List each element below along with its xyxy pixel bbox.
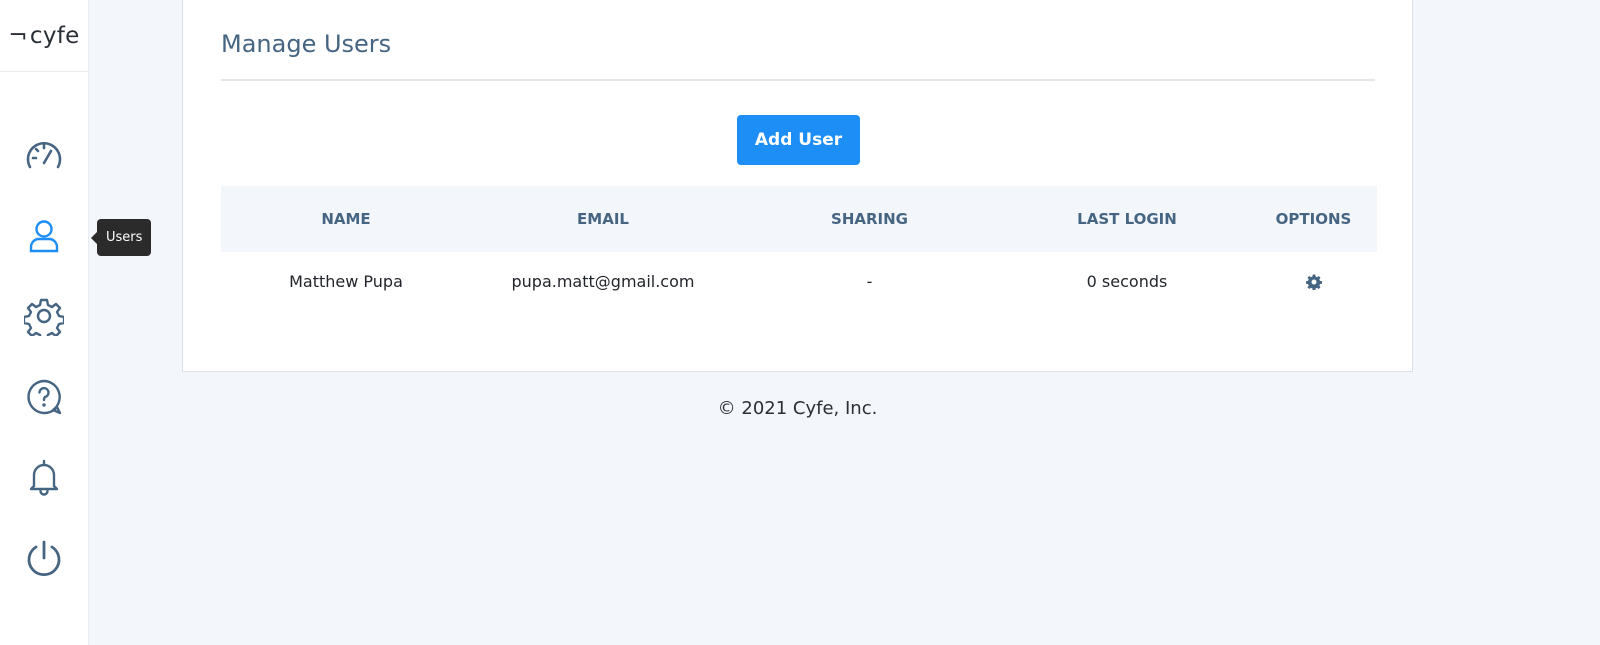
footer-copyright: © 2021 Cyfe, Inc. bbox=[717, 398, 878, 419]
title-divider bbox=[221, 79, 1375, 81]
cyfe-logo[interactable]: ¬ cyfe bbox=[0, 0, 88, 72]
table-row: Matthew Pupa pupa.matt@gmail.com - 0 sec… bbox=[221, 252, 1377, 310]
sidebar-item-settings[interactable] bbox=[0, 287, 88, 345]
user-name-cell: Matthew Pupa bbox=[289, 271, 403, 291]
add-user-button[interactable]: Add User bbox=[737, 115, 860, 165]
sidebar-item-logout[interactable] bbox=[0, 529, 88, 587]
logo-mark: ¬ bbox=[8, 22, 28, 49]
sidebar-item-users[interactable] bbox=[0, 207, 88, 265]
sidebar-item-dashboards[interactable] bbox=[0, 128, 88, 186]
column-header-sharing[interactable]: SHARING bbox=[735, 186, 1004, 252]
sidebar-item-notifications[interactable] bbox=[0, 448, 88, 506]
user-icon bbox=[29, 220, 59, 253]
users-tooltip: Users bbox=[90, 219, 152, 256]
user-options-cell bbox=[1250, 252, 1377, 310]
power-icon bbox=[27, 540, 61, 577]
logo-text: cyfe bbox=[29, 22, 80, 49]
user-sharing-cell: - bbox=[866, 271, 873, 291]
sidebar-item-help[interactable] bbox=[0, 368, 88, 426]
help-bubble-icon bbox=[27, 379, 62, 415]
speedometer-icon bbox=[26, 141, 62, 169]
page-title: Manage Users bbox=[221, 30, 392, 58]
table-header-row: NAME EMAIL SHARING LAST LOGIN OPTIONS bbox=[221, 186, 1377, 252]
column-header-last-login[interactable]: LAST LOGIN bbox=[1004, 186, 1250, 252]
column-header-options: OPTIONS bbox=[1275, 210, 1352, 228]
bell-icon bbox=[29, 459, 59, 496]
sidebar: ¬ cyfe bbox=[0, 0, 88, 645]
users-table: NAME EMAIL SHARING LAST LOGIN OPTIONS Ma… bbox=[221, 186, 1377, 310]
column-header-email[interactable]: EMAIL bbox=[471, 186, 735, 252]
user-email-cell: pupa.matt@gmail.com bbox=[511, 271, 695, 291]
manage-users-panel: Manage Users Add User NAME EMAIL SHARING… bbox=[182, 0, 1413, 372]
options-gear-icon[interactable] bbox=[1305, 272, 1322, 291]
gear-icon bbox=[24, 298, 64, 336]
user-last-login-cell: 0 seconds bbox=[1086, 271, 1168, 291]
column-header-name[interactable]: NAME bbox=[221, 186, 471, 252]
